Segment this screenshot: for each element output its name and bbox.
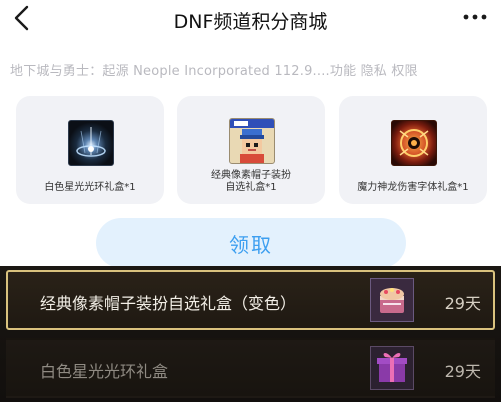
top-nav-bar: DNF频道积分商城 [0,0,501,40]
reward-label: 魔力神龙伤害字体礼盒*1 [357,182,469,193]
pixel-hat-costume-icon [229,118,275,164]
inventory-list: 经典像素帽子装扮自选礼盒（变色） 29天 白色星光光环礼盒 29天 [0,266,501,402]
item-duration: 29天 [444,362,481,381]
dragon-damage-font-icon [391,120,437,166]
reward-label: 白色星光光环礼盒*1 [44,182,136,193]
reward-label: 经典像素帽子装扮 自选礼盒*1 [211,170,291,193]
item-name: 白色星光光环礼盒 [40,362,169,381]
purple-gift-box-icon [370,346,414,390]
app-info-subtitle: 地下城与勇士：起源 Neople Incorporated 112.9....功… [10,64,418,79]
reward-card: 经典像素帽子装扮 自选礼盒*1 [177,96,325,204]
item-duration: 29天 [444,294,481,313]
cake-gift-box-icon [370,278,414,322]
claim-button[interactable]: 领取 [96,218,406,268]
white-starlight-aura-icon [68,120,114,166]
reward-card: 白色星光光环礼盒*1 [16,96,164,204]
reward-card: 魔力神龙伤害字体礼盒*1 [339,96,487,204]
page-title: DNF频道积分商城 [173,11,328,33]
item-name: 经典像素帽子装扮自选礼盒（变色） [40,294,297,313]
inventory-item[interactable]: 白色星光光环礼盒 29天 [6,338,495,398]
more-options-icon[interactable] [461,9,489,25]
inventory-item-selected[interactable]: 经典像素帽子装扮自选礼盒（变色） 29天 [6,270,495,330]
